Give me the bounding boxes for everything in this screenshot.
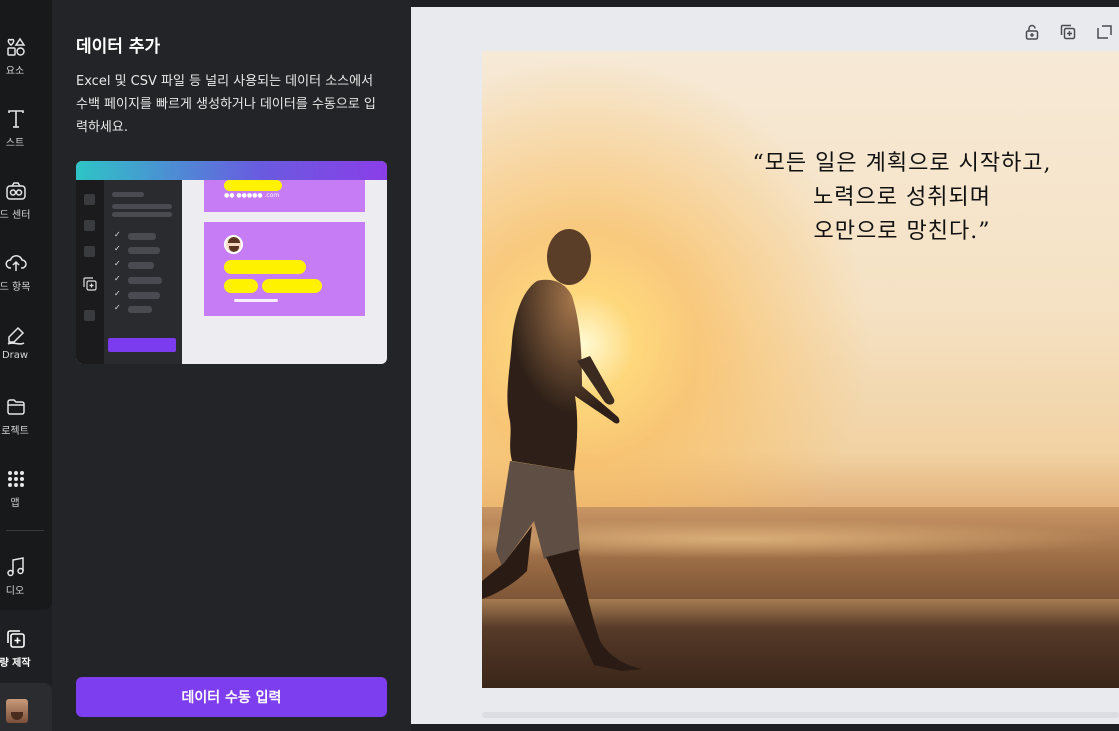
upload-icon <box>3 250 29 276</box>
avatar[interactable] <box>6 699 28 723</box>
canvas-area: “모든 일은 계획으로 시작하고, 노력으로 성취되며 오만으로 망친다.” <box>411 7 1119 724</box>
app-window: 요소 스트 드 센터 드 항목 Draw 로젝트 앱 디오 량 제작 데이터 추… <box>0 0 1119 731</box>
apps-grid-icon <box>3 466 29 492</box>
quote-text[interactable]: “모든 일은 계획으로 시작하고, 노력으로 성취되며 오만으로 망친다.” <box>712 147 1092 249</box>
quote-line: 오만으로 망친다.” <box>813 219 991 244</box>
rail-item-label: 량 제작 <box>0 658 31 669</box>
folder-icon <box>3 394 29 420</box>
illustration-caption: ●● ●●●●● .com <box>224 192 280 199</box>
account-area[interactable] <box>0 683 52 731</box>
illustration-header-bar <box>76 161 387 180</box>
bulk-create-illustration: ✓ ✓ ✓ ✓ ✓ ✓ ●● ●●●●● .com <box>76 161 387 364</box>
shapes-icon <box>3 34 29 60</box>
duplicate-icon[interactable] <box>1059 23 1077 41</box>
duplicate-icon <box>82 276 98 292</box>
horizontal-scrollbar[interactable] <box>482 712 1119 718</box>
rail-item-label: 로젝트 <box>1 426 29 437</box>
illustration-card-1: ●● ●●●●● .com <box>204 180 365 212</box>
panel-description: Excel 및 CSV 파일 등 널리 사용되는 데이터 소스에서 수백 페이지… <box>76 74 376 135</box>
illustration-sidebar: ✓ ✓ ✓ ✓ ✓ ✓ <box>104 180 182 364</box>
check-icon: ✓ <box>114 289 121 298</box>
rail-item-elements[interactable]: 요소 <box>0 34 52 94</box>
rail-item-bulk-create[interactable]: 량 제작 <box>0 626 52 686</box>
rail-item-apps[interactable]: 앱 <box>0 466 52 526</box>
design-page[interactable]: “모든 일은 계획으로 시작하고, 노력으로 성취되며 오만으로 망친다.” <box>482 51 1119 688</box>
text-icon <box>3 106 29 132</box>
add-page-icon[interactable] <box>1095 23 1113 41</box>
rail-item-label: 드 센터 <box>0 210 31 221</box>
rail-item-text[interactable]: 스트 <box>0 106 52 166</box>
illustration-cta <box>108 338 176 352</box>
rail-item-label: Draw <box>1 350 29 361</box>
rail-item-label: 앱 <box>10 498 20 509</box>
check-icon: ✓ <box>114 274 121 283</box>
check-icon: ✓ <box>114 230 121 239</box>
check-icon: ✓ <box>114 259 121 268</box>
manual-data-entry-button[interactable]: 데이터 수동 입력 <box>76 677 387 717</box>
brand-center-icon <box>3 178 29 204</box>
rail-item-label: 요소 <box>5 66 25 77</box>
runner-silhouette <box>482 229 642 671</box>
left-rail: 요소 스트 드 센터 드 항목 Draw 로젝트 앱 디오 량 제작 <box>0 0 52 731</box>
quote-line: 노력으로 성취되며 <box>813 185 991 210</box>
lock-icon[interactable] <box>1023 23 1041 41</box>
music-icon <box>3 554 29 580</box>
rail-item-label: 드 항목 <box>0 282 31 293</box>
quote-line: “모든 일은 계획으로 시작하고, <box>752 151 1052 176</box>
data-panel: 데이터 추가 Excel 및 CSV 파일 등 널리 사용되는 데이터 소스에서… <box>52 0 411 731</box>
illustration-nav <box>76 180 104 364</box>
rail-item-uploads[interactable]: 드 항목 <box>0 250 52 310</box>
avatar <box>224 235 243 254</box>
rail-item-projects[interactable]: 로젝트 <box>0 394 52 454</box>
check-icon: ✓ <box>114 303 121 312</box>
panel-title: 데이터 추가 <box>76 37 161 57</box>
illustration-card-2 <box>204 222 365 316</box>
check-icon: ✓ <box>114 244 121 253</box>
rail-item-brand[interactable]: 드 센터 <box>0 178 52 238</box>
rail-item-draw[interactable]: Draw <box>0 322 52 382</box>
draw-icon <box>3 322 29 348</box>
rail-item-audio[interactable]: 디오 <box>0 554 52 614</box>
bulk-create-icon <box>3 626 29 652</box>
rail-divider <box>6 530 44 531</box>
rail-item-label: 디오 <box>5 586 25 597</box>
rail-item-label: 스트 <box>5 138 25 149</box>
